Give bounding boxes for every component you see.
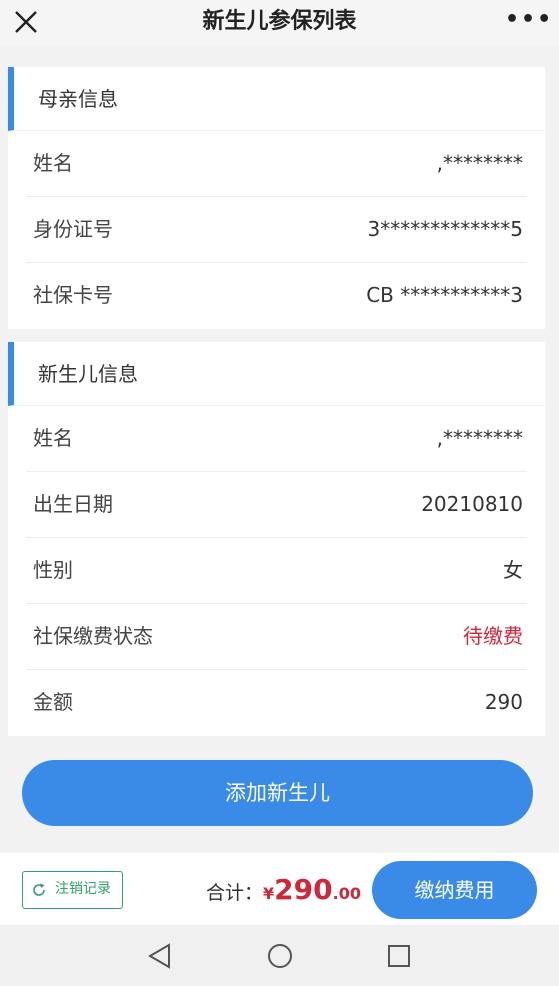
newborn-birthdate-row: 出生日期 20210810 [26,472,527,538]
system-nav-bar [0,925,559,986]
newborn-info-header: 新生儿信息 [8,342,545,406]
mother-name-row: 姓名 ,******** [26,131,527,197]
mother-info-card: 母亲信息 姓名 ,******** 身份证号 3*************5 社… [8,67,545,329]
row-label: 姓名 [33,151,73,175]
row-label: 姓名 [33,426,73,450]
row-value: 女 [503,558,523,582]
top-bar: 新生儿参保列表 ••• [0,0,559,46]
status-badge: 待缴费 [463,624,523,648]
row-value: ,******** [436,426,523,450]
recent-square-icon[interactable] [384,941,414,971]
row-value: CB ***********3 [366,283,523,307]
row-label: 金额 [33,690,73,714]
footer-bar: 注销记录 合计：¥290.00 缴纳费用 [0,853,559,925]
mother-card-row: 社保卡号 CB ***********3 [26,263,527,329]
total-amount: 合计：¥290.00 [206,873,361,907]
add-newborn-button[interactable]: 添加新生儿 [22,760,533,826]
home-circle-icon[interactable] [265,941,295,971]
newborn-amount-row: 金额 290 [26,670,527,736]
newborn-name-row: 姓名 ,******** [26,406,527,472]
mother-info-header: 母亲信息 [8,67,545,131]
back-triangle-icon[interactable] [145,941,175,971]
row-label: 身份证号 [33,217,113,241]
cancel-record-label: 注销记录 [55,881,111,897]
mother-info-title: 母亲信息 [38,87,118,111]
row-label: 社保缴费状态 [33,624,153,648]
row-value: 3*************5 [367,217,523,241]
row-label: 社保卡号 [33,283,113,307]
cancel-record-button[interactable]: 注销记录 [22,871,123,909]
row-value: 290 [484,690,523,714]
newborn-info-card: 新生儿信息 姓名 ,******** 出生日期 20210810 性别 女 社保… [8,342,545,736]
newborn-info-title: 新生儿信息 [38,362,138,386]
newborn-payment-status-row: 社保缴费状态 待缴费 [26,604,527,670]
pay-fee-button[interactable]: 缴纳费用 [372,861,537,919]
total-integer: 290 [274,873,333,906]
newborn-gender-row: 性别 女 [26,538,527,604]
row-label: 性别 [33,558,73,582]
row-value: ,******** [436,151,523,175]
page-title: 新生儿参保列表 [202,9,357,34]
currency-symbol: ¥ [263,884,275,903]
total-decimal: .00 [332,884,361,903]
mother-id-row: 身份证号 3*************5 [26,197,527,263]
row-label: 出生日期 [33,492,113,516]
total-label: 合计： [206,882,264,904]
more-dots-icon[interactable]: ••• [505,9,551,34]
row-value: 20210810 [421,492,523,516]
refresh-icon [33,883,45,896]
